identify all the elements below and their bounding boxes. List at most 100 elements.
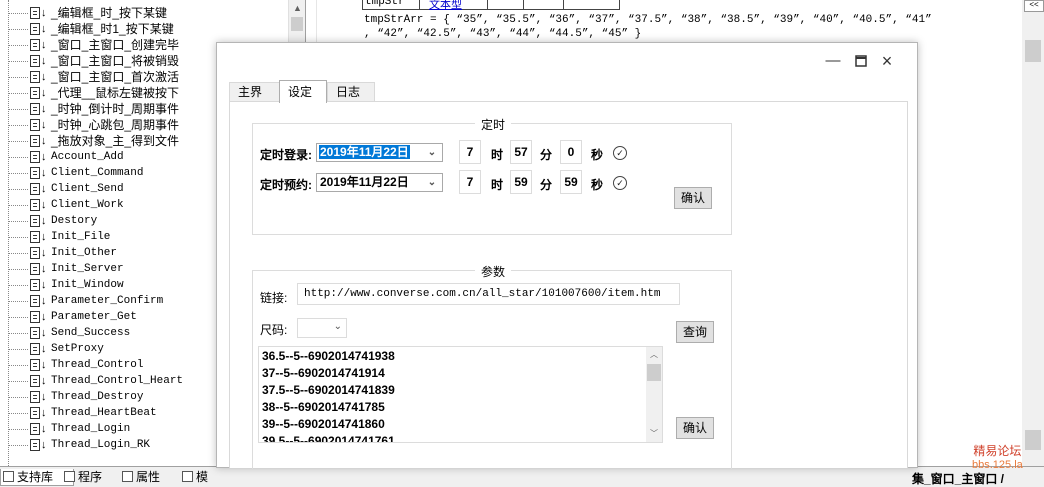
tree-item-label: Destory <box>51 215 98 227</box>
subroutine-icon <box>30 55 40 67</box>
tab-label: 模 <box>196 470 209 484</box>
arrow-down-icon: ↓ <box>41 151 47 163</box>
login-hour-field[interactable]: 7 <box>459 140 481 164</box>
tree-item-label: _窗口_主窗口_将被销毁 <box>51 54 180 68</box>
size-select[interactable]: ⌄ <box>297 318 347 338</box>
table-divider <box>419 0 420 9</box>
workspace-tab-strip: 支持库 程序 属性 模 <box>0 466 1044 487</box>
tree-branch-line <box>8 165 30 181</box>
code-line[interactable]: , “42”, “42.5”, “43”, “44”, “44.5”, “45”… <box>364 28 641 40</box>
arrow-down-icon: ↓ <box>41 359 47 371</box>
subroutine-icon <box>30 407 40 419</box>
variable-name-cell[interactable]: tmpStr <box>365 0 405 8</box>
tab-main[interactable]: 主界面 <box>229 82 281 118</box>
result-scrollbar[interactable]: ︿ ﹀ <box>646 347 662 442</box>
tree-branch-line <box>8 325 30 341</box>
arrow-down-icon: ↓ <box>41 87 47 99</box>
reserve-check-icon[interactable]: ✓ <box>613 176 627 190</box>
editor-scrollbar[interactable]: << <box>1022 0 1044 466</box>
tree-item-label: Init_File <box>51 231 111 243</box>
chevron-down-icon[interactable]: ⌄ <box>424 174 440 191</box>
login-check-icon[interactable]: ✓ <box>613 146 627 160</box>
subroutine-icon <box>30 135 40 147</box>
login-date-picker[interactable]: 2019年11月22日 ⌄ <box>316 143 443 162</box>
arrow-down-icon: ↓ <box>41 119 47 131</box>
tree-item-label: _时钟_倒计时_周期事件 <box>51 102 180 116</box>
editor-scroll-thumb-lower[interactable] <box>1025 430 1041 450</box>
reserve-hour-field[interactable]: 7 <box>459 170 481 194</box>
arrow-down-icon: ↓ <box>41 23 47 35</box>
settings-panel: 定时 定时登录: 2019年11月22日 ⌄ 7 时 57 分 0 秒 ✓ 定时… <box>229 101 908 469</box>
scroll-up-icon[interactable]: ▲ <box>289 0 305 17</box>
maximize-icon[interactable] <box>853 53 869 69</box>
tree-branch-line <box>8 133 30 149</box>
arrow-down-icon: ↓ <box>41 55 47 67</box>
reserve-minute-field[interactable]: 59 <box>510 170 532 194</box>
login-second-field[interactable]: 0 <box>560 140 582 164</box>
result-scroll-thumb[interactable] <box>647 364 661 381</box>
table-divider <box>523 0 524 9</box>
minimize-icon[interactable]: — <box>825 53 841 69</box>
tab-label: 支持库 <box>17 470 54 484</box>
tree-item-label: Send_Success <box>51 327 131 339</box>
tree-branch-line <box>8 261 30 277</box>
subroutine-icon <box>30 279 40 291</box>
tree-branch-line <box>8 213 30 229</box>
result-list[interactable]: 36.5--5--6902014741938 37--5--69020147419… <box>258 346 663 443</box>
scroll-up-icon[interactable]: ︿ <box>646 347 662 363</box>
tab-log[interactable]: 日志 <box>327 82 375 102</box>
link-input[interactable]: http://www.converse.com.cn/all_star/1010… <box>297 283 680 305</box>
library-icon <box>3 471 14 482</box>
scroll-down-icon[interactable]: ﹀ <box>646 426 662 442</box>
subroutine-icon <box>30 391 40 403</box>
subroutine-icon <box>30 327 40 339</box>
table-divider <box>563 0 564 9</box>
result-row[interactable]: 39.5--5--6902014741761 <box>262 434 395 442</box>
size-label: 尺码: <box>260 323 288 337</box>
result-row[interactable]: 37.5--5--6902014741839 <box>262 383 395 397</box>
subroutine-icon <box>30 87 40 99</box>
minute-unit-label: 分 <box>540 178 553 192</box>
code-line[interactable]: tmpStrArr = { “35”, “35.5”, “36”, “37”, … <box>364 14 932 26</box>
reserve-date-picker[interactable]: 2019年11月22日 ⌄ <box>316 173 443 192</box>
result-row[interactable]: 38--5--6902014741785 <box>262 400 385 414</box>
param-confirm-button[interactable]: 确认 <box>676 417 714 439</box>
result-row[interactable]: 36.5--5--6902014741938 <box>262 349 395 363</box>
tab-property[interactable]: 属性 <box>120 469 188 485</box>
scroll-left-icon[interactable]: << <box>1024 0 1044 12</box>
reserve-second-field[interactable]: 59 <box>560 170 582 194</box>
query-button[interactable]: 查询 <box>676 321 714 343</box>
subroutine-icon <box>30 215 40 227</box>
reserve-date-value: 2019年11月22日 <box>320 175 409 189</box>
arrow-down-icon: ↓ <box>41 279 47 291</box>
tab-module[interactable]: 模 <box>180 469 236 485</box>
tree-item-label: _编辑框_时_按下某键 <box>51 6 168 20</box>
tree-branch-line <box>8 117 30 133</box>
table-divider <box>487 0 488 9</box>
arrow-down-icon: ↓ <box>41 311 47 323</box>
tree-branch-line <box>8 69 30 85</box>
tree-item-label: Init_Server <box>51 263 124 275</box>
timer-confirm-button[interactable]: 确认 <box>674 187 712 209</box>
login-minute-field[interactable]: 57 <box>510 140 532 164</box>
tree-branch-line <box>8 149 30 165</box>
tab-settings[interactable]: 设定 <box>279 80 327 103</box>
tree-branch-line <box>8 277 30 293</box>
editor-scroll-thumb[interactable] <box>1025 40 1041 62</box>
subroutine-icon <box>30 119 40 131</box>
subroutine-icon <box>30 359 40 371</box>
chevron-down-icon[interactable]: ⌄ <box>334 321 342 332</box>
arrow-down-icon: ↓ <box>41 71 47 83</box>
close-icon[interactable]: × <box>879 52 895 70</box>
tree-item-label: Client_Send <box>51 183 124 195</box>
hour-unit-label: 时 <box>491 178 504 192</box>
tree-branch-line <box>8 101 30 117</box>
watermark-url: bbs.125.la <box>972 459 1023 471</box>
result-row[interactable]: 39--5--6902014741860 <box>262 417 385 431</box>
arrow-down-icon: ↓ <box>41 231 47 243</box>
variable-type-cell[interactable]: 文本型 <box>429 0 462 12</box>
tree-scroll-thumb[interactable] <box>291 17 303 31</box>
link-label: 链接: <box>260 291 288 305</box>
chevron-down-icon[interactable]: ⌄ <box>424 144 440 161</box>
result-row[interactable]: 37--5--6902014741914 <box>262 366 385 380</box>
